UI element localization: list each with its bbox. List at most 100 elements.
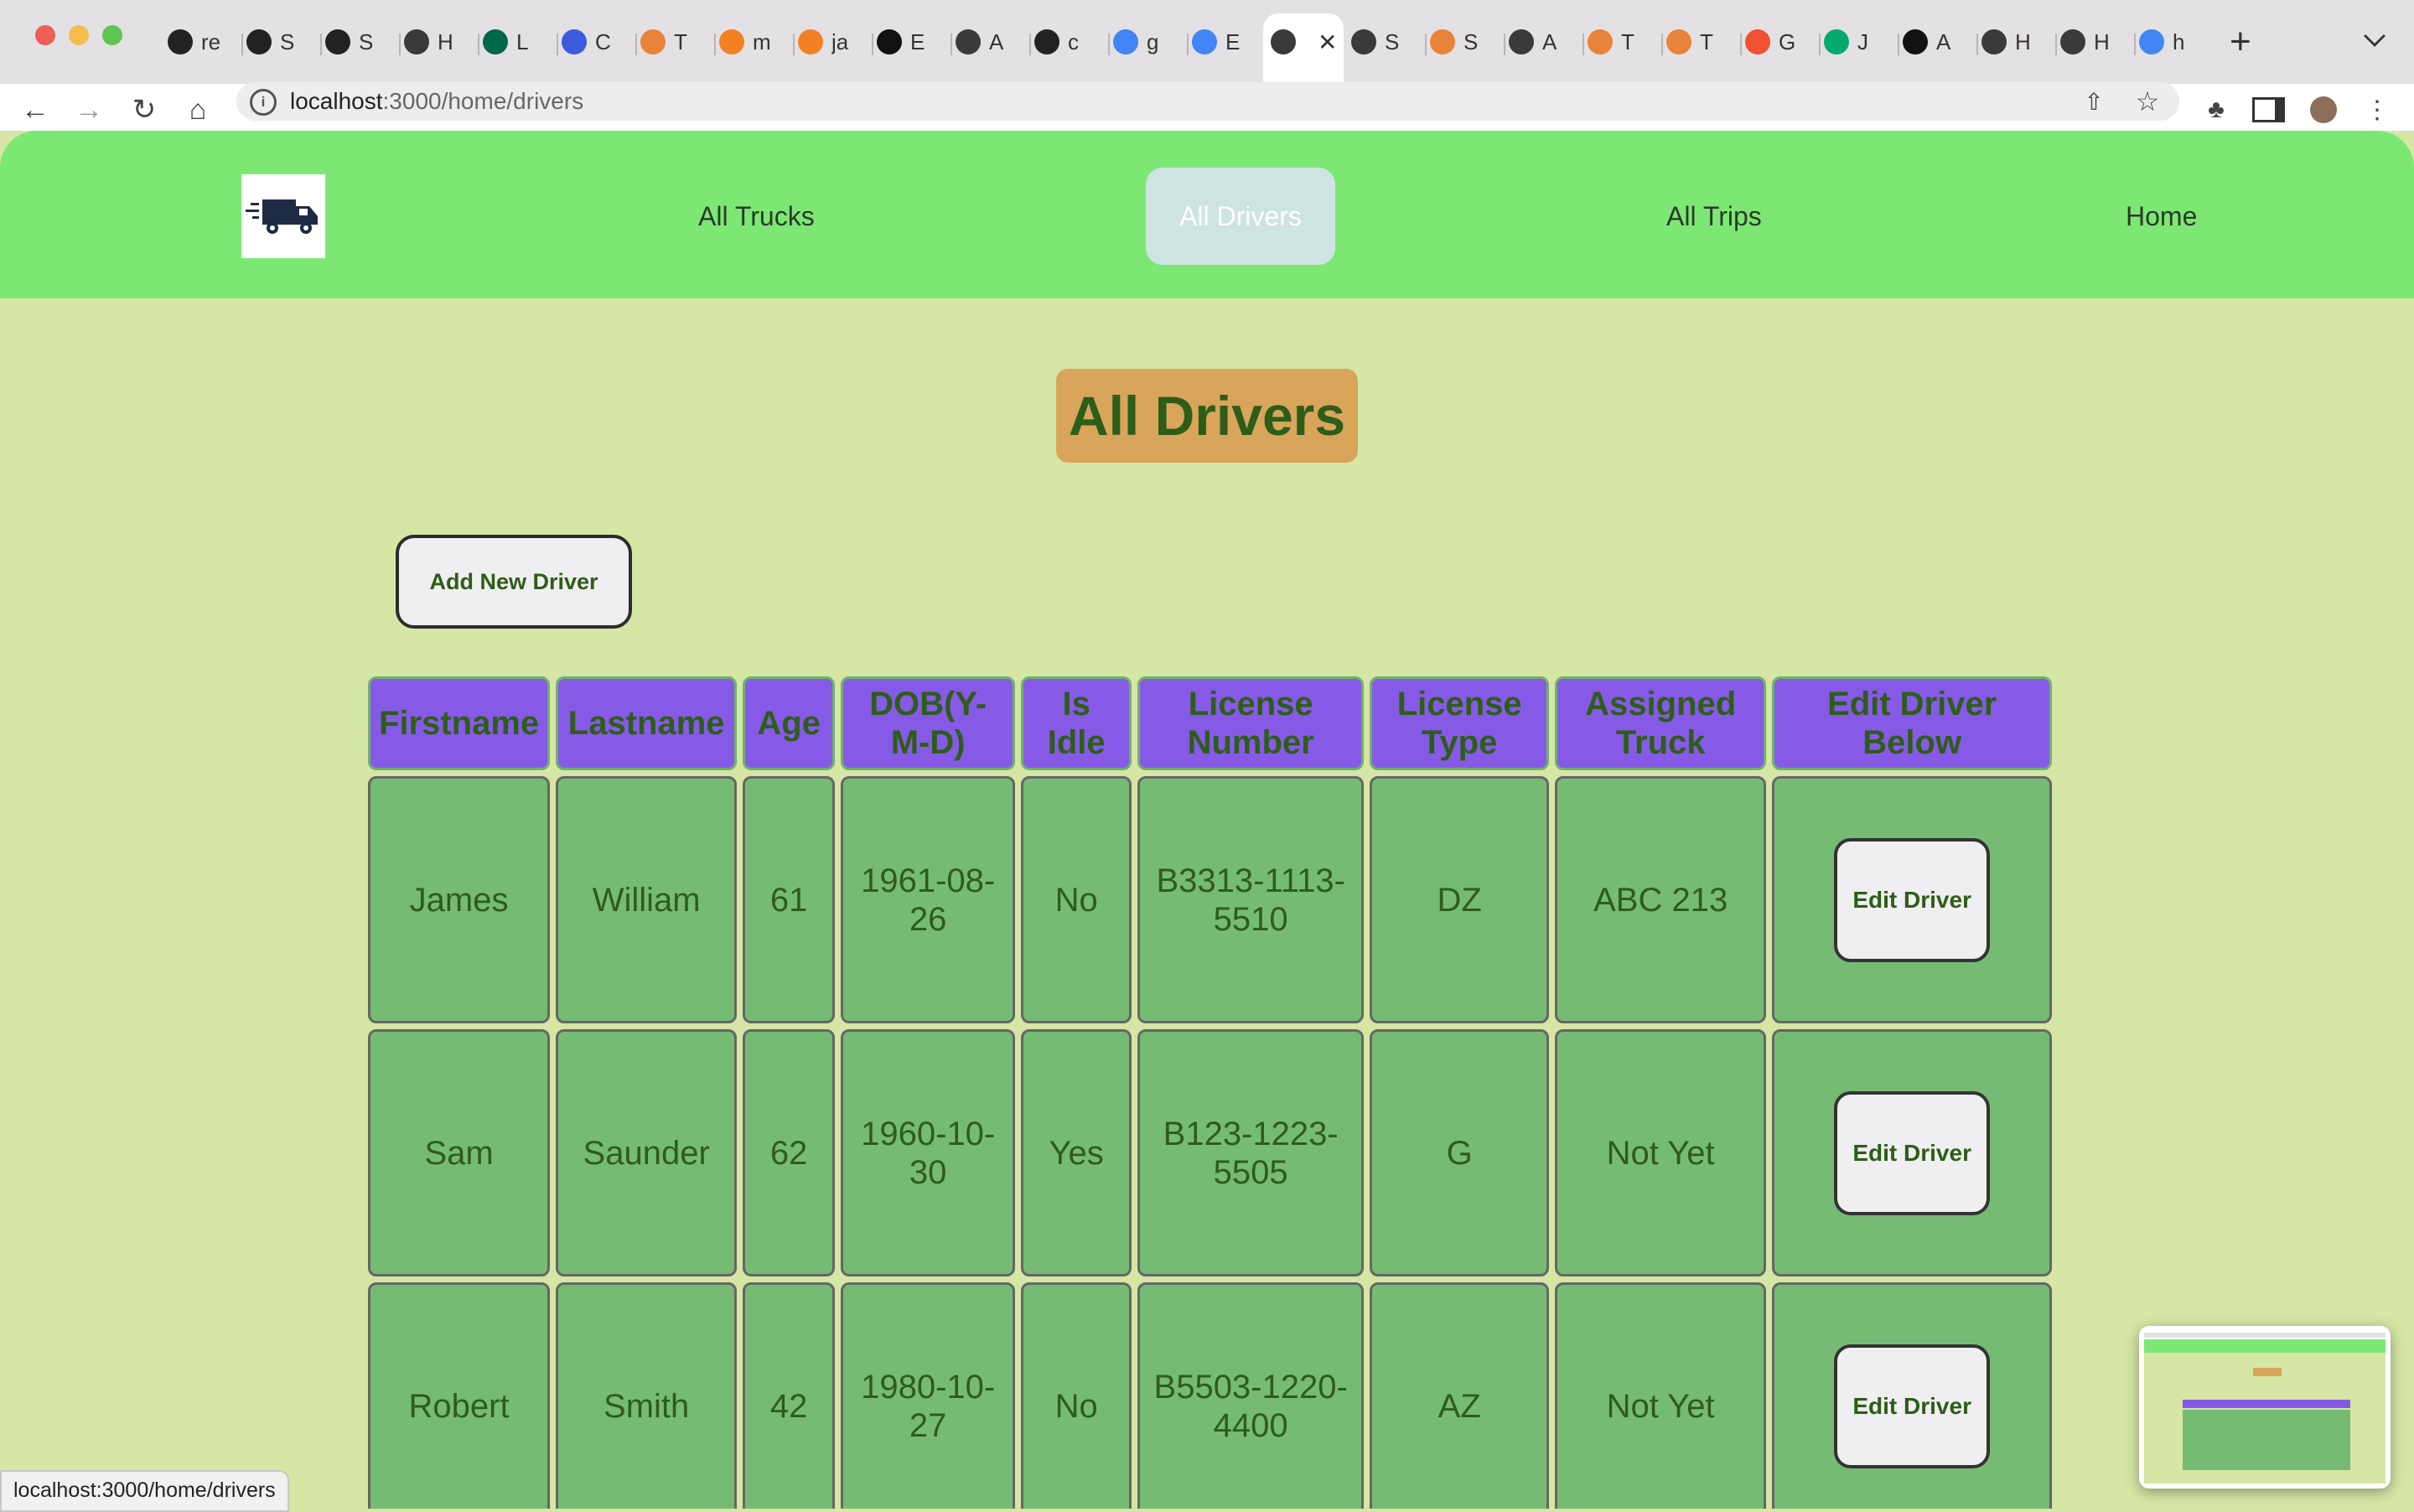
reload-icon[interactable]: ↻ bbox=[126, 84, 163, 136]
cell-is-idle: No bbox=[1021, 776, 1132, 1023]
tab-title: S bbox=[359, 28, 374, 54]
browser-tab[interactable]: A bbox=[1903, 18, 1955, 65]
github-icon bbox=[246, 29, 272, 54]
tab-title: E bbox=[1225, 28, 1241, 54]
tab-title: G bbox=[1779, 28, 1796, 54]
back-icon[interactable]: ← bbox=[17, 84, 54, 136]
browser-tab[interactable]: G bbox=[1745, 18, 1797, 65]
home-icon[interactable]: ⌂ bbox=[179, 84, 216, 136]
tab-separator bbox=[320, 34, 322, 55]
page-preview-thumbnail bbox=[2139, 1326, 2391, 1489]
tab-title: T bbox=[1621, 28, 1634, 54]
page-content: All Trucks All Drivers All Trips Home Al… bbox=[0, 131, 2414, 1509]
page-title: All Drivers bbox=[1056, 369, 1358, 463]
browser-tab[interactable]: L bbox=[483, 18, 535, 65]
new-tab-icon[interactable]: + bbox=[2230, 18, 2251, 65]
browser-tab[interactable]: re bbox=[168, 18, 220, 65]
table-row: James William 61 1961-08-26 No B3313-111… bbox=[368, 776, 2053, 1023]
browser-tab[interactable]: A bbox=[956, 18, 1008, 65]
tab-separator bbox=[1976, 34, 1978, 55]
git-icon bbox=[1745, 29, 1770, 54]
tab-title: C bbox=[595, 28, 611, 54]
browser-tab[interactable]: E bbox=[1192, 18, 1244, 65]
google-cloud-icon bbox=[1192, 29, 1217, 54]
site-info-icon[interactable]: i bbox=[250, 89, 277, 116]
cell-edit: Edit Driver bbox=[1772, 776, 2053, 1023]
cell-age: 42 bbox=[743, 1282, 836, 1509]
extensions-puzzle-icon[interactable]: ♣ bbox=[2198, 84, 2235, 136]
tab-separator bbox=[557, 34, 558, 55]
url-text[interactable]: localhost:3000/home/drivers bbox=[290, 87, 583, 116]
stackoverflow-icon bbox=[719, 29, 744, 54]
browser-tab[interactable]: m bbox=[719, 18, 771, 65]
edit-driver-button[interactable]: Edit Driver bbox=[1834, 1090, 1991, 1215]
browser-tab[interactable]: H bbox=[1981, 18, 2033, 65]
tab-separator bbox=[872, 34, 873, 55]
add-new-driver-button[interactable]: Add New Driver bbox=[396, 535, 632, 629]
cell-lastname: Smith bbox=[556, 1282, 738, 1509]
status-bar-url: localhost:3000/home/drivers bbox=[0, 1470, 289, 1512]
table-header-row: Firstname Lastname Age DOB(Y-M-D) Is Idl… bbox=[368, 676, 2053, 770]
browser-tab[interactable]: T bbox=[1588, 18, 1640, 65]
cell-age: 62 bbox=[743, 1029, 836, 1276]
globe-icon bbox=[956, 29, 981, 54]
top-navbar: All Trucks All Drivers All Trips Home bbox=[0, 131, 2414, 298]
close-tab-icon[interactable]: ✕ bbox=[1318, 28, 1337, 56]
browser-tab[interactable]: H bbox=[404, 18, 456, 65]
column-header-edit-driver: Edit Driver Below bbox=[1772, 676, 2053, 770]
nav-home[interactable]: Home bbox=[2126, 199, 2197, 233]
edit-driver-button[interactable]: Edit Driver bbox=[1834, 1344, 1991, 1468]
browser-tab[interactable]: S bbox=[246, 18, 298, 65]
nav-all-trips[interactable]: All Trips bbox=[1666, 199, 1762, 233]
minimize-window-button[interactable] bbox=[69, 25, 89, 45]
edit-driver-button[interactable]: Edit Driver bbox=[1834, 837, 1991, 962]
profile-avatar[interactable] bbox=[2305, 84, 2342, 136]
cell-is-idle: Yes bbox=[1021, 1029, 1132, 1276]
browser-tab[interactable]: T bbox=[1666, 18, 1718, 65]
globe-icon bbox=[2060, 29, 2085, 54]
browser-menu-icon[interactable]: ⋮ bbox=[2359, 84, 2396, 136]
share-icon[interactable]: ⇧ bbox=[2075, 82, 2112, 121]
cell-license-number: B5503-1220-4400 bbox=[1137, 1282, 1365, 1509]
mongodb-icon bbox=[483, 29, 508, 54]
browser-tab[interactable]: C bbox=[562, 18, 614, 65]
tab-separator bbox=[241, 34, 243, 55]
cell-assigned-truck: ABC 213 bbox=[1555, 776, 1767, 1023]
browser-tab[interactable]: ja bbox=[798, 18, 850, 65]
stackoverflow-icon bbox=[798, 29, 823, 54]
tab-separator bbox=[714, 34, 716, 55]
tab-title: S bbox=[1385, 28, 1400, 54]
table-row: Sam Saunder 62 1960-10-30 Yes B123-1223-… bbox=[368, 1029, 2053, 1276]
browser-tab[interactable]: S bbox=[325, 18, 377, 65]
browser-tab[interactable]: ✕ bbox=[1271, 18, 1337, 65]
tab-separator bbox=[1425, 34, 1427, 55]
cell-assigned-truck: Not Yet bbox=[1555, 1282, 1767, 1509]
browser-tab[interactable]: S bbox=[1430, 18, 1482, 65]
column-header-age: Age bbox=[743, 676, 836, 770]
close-window-button[interactable] bbox=[35, 25, 55, 45]
tab-title: J bbox=[1857, 28, 1868, 54]
nav-all-drivers[interactable]: All Drivers bbox=[1146, 168, 1335, 265]
maximize-window-button[interactable] bbox=[102, 25, 122, 45]
app-icon bbox=[640, 29, 666, 54]
tab-separator bbox=[1504, 34, 1505, 55]
nav-all-trucks[interactable]: All Trucks bbox=[698, 199, 815, 233]
delivery-truck-icon[interactable] bbox=[241, 174, 325, 258]
browser-tab[interactable]: E bbox=[877, 18, 929, 65]
browser-tab[interactable]: T bbox=[640, 18, 692, 65]
browser-tab[interactable]: H bbox=[2060, 18, 2112, 65]
forward-icon[interactable]: → bbox=[70, 84, 107, 136]
tab-title: H bbox=[2094, 28, 2110, 54]
tab-separator bbox=[1661, 34, 1663, 55]
tab-separator bbox=[793, 34, 795, 55]
side-panel-icon[interactable] bbox=[2250, 84, 2287, 136]
browser-tab[interactable]: A bbox=[1509, 18, 1561, 65]
browser-tab[interactable]: J bbox=[1824, 18, 1876, 65]
tab-title: ja bbox=[831, 28, 849, 54]
browser-tab[interactable]: g bbox=[1113, 18, 1165, 65]
bookmark-star-icon[interactable]: ☆ bbox=[2129, 82, 2166, 121]
browser-tab[interactable]: S bbox=[1351, 18, 1403, 65]
browser-tab[interactable]: h bbox=[2139, 18, 2191, 65]
cell-license-number: B123-1223-5505 bbox=[1137, 1029, 1365, 1276]
browser-tab[interactable]: c bbox=[1034, 18, 1086, 65]
